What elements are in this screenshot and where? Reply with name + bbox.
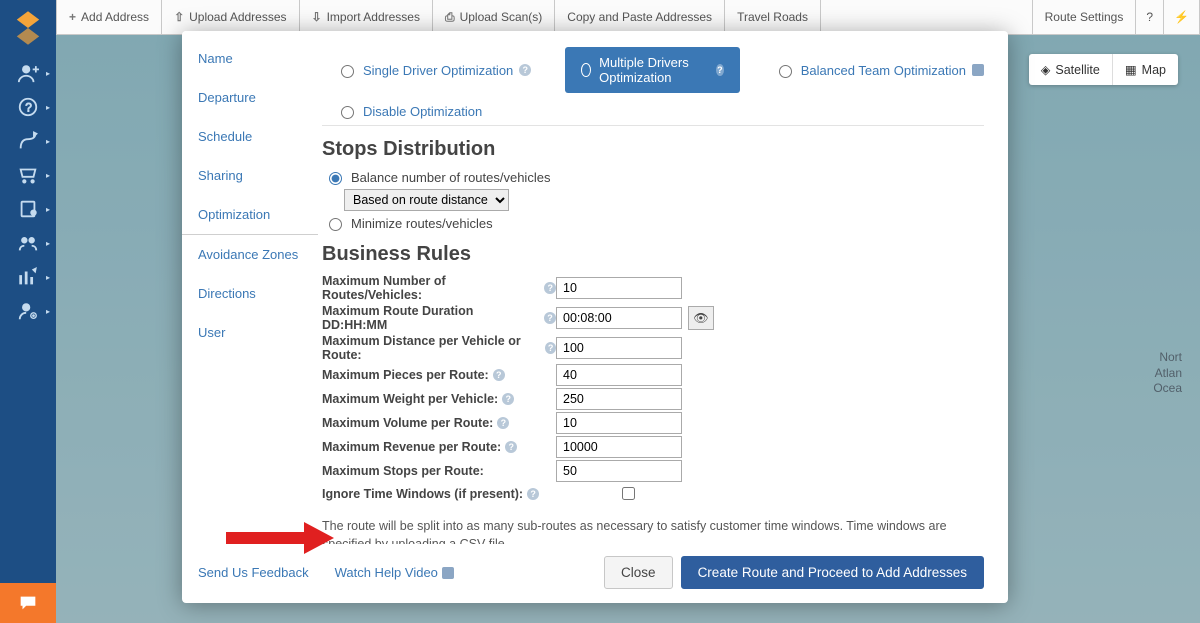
label-max-stops: Maximum Stops per Route:	[322, 464, 556, 478]
info-icon: ?	[502, 393, 514, 405]
toolbar-upload-scans[interactable]: ⎙Upload Scan(s)	[433, 0, 555, 34]
balance-select[interactable]: Based on route distance	[344, 189, 509, 211]
opt-multiple-drivers[interactable]: Multiple Drivers Optimization?	[565, 47, 739, 93]
stops-distribution-heading: Stops Distribution	[322, 138, 984, 161]
info-icon: ?	[716, 64, 724, 76]
link-send-feedback[interactable]: Send Us Feedback	[198, 565, 309, 580]
modal-content: Single Driver Optimization? Multiple Dri…	[318, 31, 1008, 544]
opt-single-driver[interactable]: Single Driver Optimization?	[336, 62, 531, 78]
toolbar-add-address[interactable]: +Add Address	[56, 0, 162, 34]
video-icon	[972, 64, 984, 76]
input-max-stops[interactable]	[556, 460, 682, 482]
label-max-distance: Maximum Distance per Vehicle or Route:?	[322, 334, 556, 362]
route-settings-modal: Name Departure Schedule Sharing Optimiza…	[182, 31, 1008, 603]
tab-schedule[interactable]: Schedule	[182, 117, 318, 156]
info-icon: ?	[497, 417, 509, 429]
info-icon: ?	[527, 488, 539, 500]
top-toolbar: +Add Address ⇧Upload Addresses ⇩Import A…	[56, 0, 1200, 35]
input-max-duration[interactable]	[556, 307, 682, 329]
tab-avoidance-zones[interactable]: Avoidance Zones	[182, 235, 318, 274]
svg-text:+: +	[33, 64, 39, 76]
tab-sharing[interactable]: Sharing	[182, 156, 318, 195]
toolbar-bolt-icon[interactable]: ⚡	[1164, 0, 1200, 34]
left-sidebar: +▸ ?▸ ▸ ▸ ▸ ▸ ▸ ▸	[0, 0, 56, 623]
opt-disable[interactable]: Disable Optimization	[336, 103, 482, 119]
link-watch-help-video[interactable]: Watch Help Video	[335, 565, 454, 580]
map-map-button[interactable]: ▦Map	[1113, 54, 1178, 85]
input-max-pieces[interactable]	[556, 364, 682, 386]
label-ignore-tw: Ignore Time Windows (if present):?	[322, 487, 556, 501]
input-max-routes[interactable]	[556, 277, 682, 299]
sidebar-analytics[interactable]: ▸	[0, 260, 56, 294]
time-windows-description: The route will be split into as many sub…	[322, 517, 984, 544]
tab-name[interactable]: Name	[182, 39, 318, 78]
input-max-volume[interactable]	[556, 412, 682, 434]
modal-tabs: Name Departure Schedule Sharing Optimiza…	[182, 31, 318, 544]
sidebar-user-settings[interactable]: ▸	[0, 294, 56, 328]
sidebar-help[interactable]: ?▸	[0, 90, 56, 124]
tab-departure[interactable]: Departure	[182, 78, 318, 117]
map-type-toggle: ◈Satellite ▦Map	[1029, 54, 1178, 85]
tab-user[interactable]: User	[182, 313, 318, 352]
tab-directions[interactable]: Directions	[182, 274, 318, 313]
label-max-volume: Maximum Volume per Route:?	[322, 416, 556, 430]
checkbox-ignore-tw[interactable]	[622, 487, 635, 500]
input-max-weight[interactable]	[556, 388, 682, 410]
opt-balanced-team[interactable]: Balanced Team Optimization	[774, 62, 984, 78]
info-icon: ?	[519, 64, 531, 76]
map-satellite-button[interactable]: ◈Satellite	[1029, 54, 1113, 85]
label-max-revenue: Maximum Revenue per Route:?	[322, 440, 556, 454]
video-icon	[442, 567, 454, 579]
label-max-routes: Maximum Number of Routes/Vehicles:?	[322, 274, 556, 302]
info-icon: ?	[505, 441, 517, 453]
sidebar-routes[interactable]: ▸	[0, 124, 56, 158]
toolbar-copy-paste[interactable]: Copy and Paste Addresses	[555, 0, 725, 34]
svg-text:?: ?	[25, 101, 32, 115]
sidebar-team[interactable]: ▸	[0, 226, 56, 260]
label-max-duration: Maximum Route Duration DD:HH:MM?	[322, 304, 556, 332]
tab-optimization[interactable]: Optimization	[182, 195, 318, 235]
app-logo[interactable]	[0, 0, 56, 56]
sidebar-add-user[interactable]: +▸	[0, 56, 56, 90]
label-max-pieces: Maximum Pieces per Route:?	[322, 368, 556, 382]
business-rules-heading: Business Rules	[322, 243, 984, 266]
toolbar-help-icon[interactable]: ?	[1136, 0, 1164, 34]
input-max-revenue[interactable]	[556, 436, 682, 458]
sidebar-cart[interactable]: ▸	[0, 158, 56, 192]
info-icon: ?	[545, 342, 556, 354]
toolbar-import-addresses[interactable]: ⇩Import Addresses	[300, 0, 433, 34]
info-icon: ?	[493, 369, 505, 381]
create-route-button[interactable]: Create Route and Proceed to Add Addresse…	[681, 556, 984, 589]
modal-footer: Send Us Feedback Watch Help Video Close …	[182, 544, 1008, 603]
info-icon: ?	[544, 282, 556, 294]
toolbar-travel-roads[interactable]: Travel Roads	[725, 0, 821, 34]
radio-balance[interactable]: Balance number of routes/vehicles	[322, 169, 984, 185]
radio-minimize[interactable]: Minimize routes/vehicles	[322, 215, 984, 231]
sidebar-chat[interactable]	[0, 583, 56, 623]
info-icon: ?	[544, 312, 556, 324]
duration-picker-button[interactable]: 👁	[688, 306, 714, 330]
label-max-weight: Maximum Weight per Vehicle:?	[322, 392, 556, 406]
sidebar-addressbook[interactable]: ▸	[0, 192, 56, 226]
input-max-distance[interactable]	[556, 337, 682, 359]
toolbar-route-settings[interactable]: Route Settings	[1032, 0, 1137, 34]
close-button[interactable]: Close	[604, 556, 673, 589]
toolbar-upload-addresses[interactable]: ⇧Upload Addresses	[162, 0, 299, 34]
